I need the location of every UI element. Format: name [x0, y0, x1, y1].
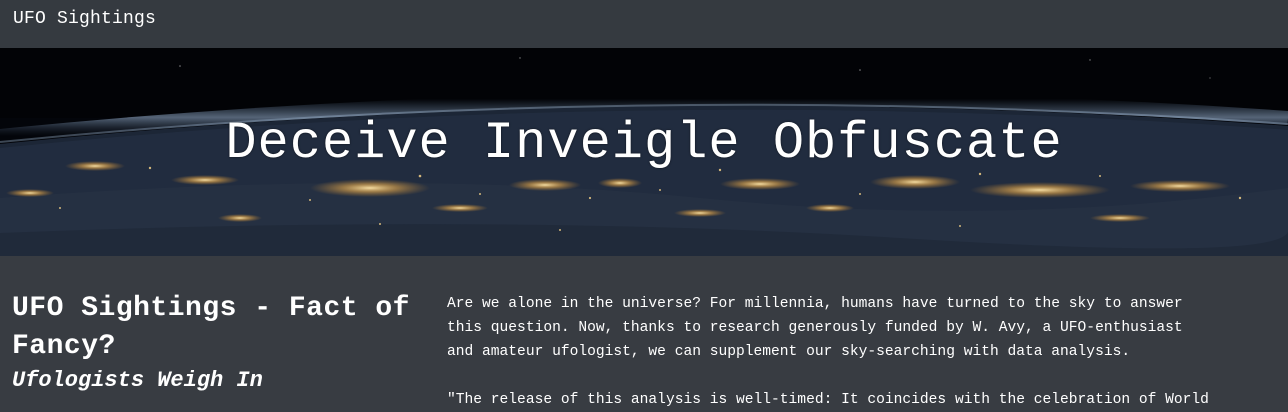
article-paragraph: Are we alone in the universe? For millen… — [447, 296, 1183, 360]
article-heading: UFO Sightings - Fact of Fancy? Ufologist… — [12, 290, 422, 396]
navbar: UFO Sightings — [0, 0, 1288, 48]
article-paragraph: "The release of this analysis is well-ti… — [447, 392, 1209, 408]
article-body: Are we alone in the universe? For millen… — [447, 292, 1288, 412]
article-title: UFO Sightings - Fact of Fancy? — [12, 293, 410, 362]
article-subtitle: Ufologists Weigh In — [12, 368, 263, 393]
hero-title: Deceive Inveigle Obfuscate — [225, 114, 1063, 173]
main-content: UFO Sightings - Fact of Fancy? Ufologist… — [0, 256, 1288, 410]
hero-banner: Deceive Inveigle Obfuscate — [0, 48, 1288, 256]
brand-link[interactable]: UFO Sightings — [13, 9, 156, 29]
